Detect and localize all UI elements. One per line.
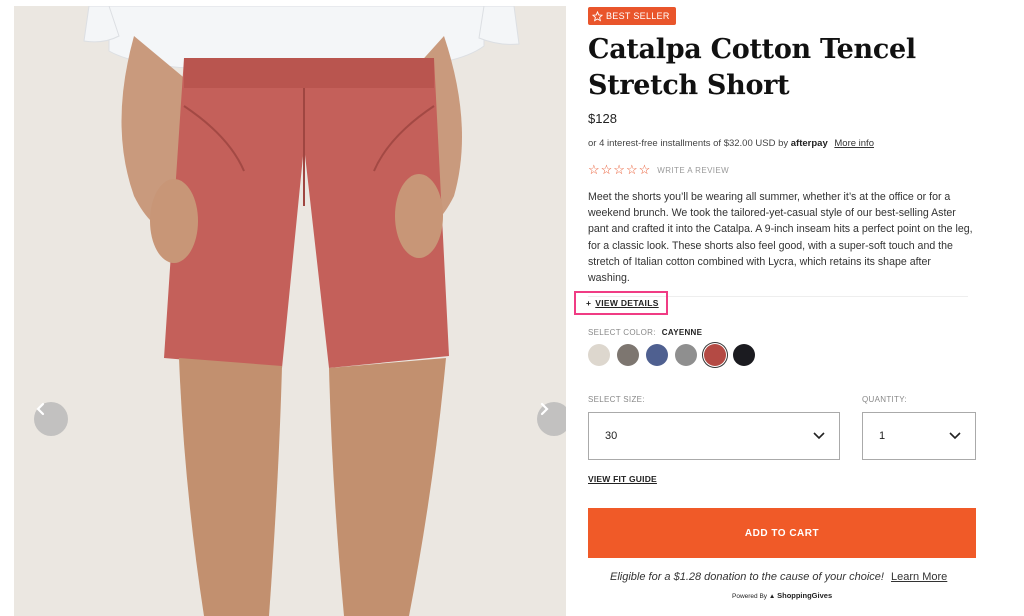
afterpay-more-info-link[interactable]: More info (834, 138, 874, 149)
donation-text: Eligible for a $1.28 donation to the cau… (610, 571, 884, 583)
afterpay-text: or 4 interest-free installments of $32.0… (588, 138, 789, 149)
color-swatch[interactable] (617, 344, 639, 366)
best-seller-badge: BEST SELLER (588, 7, 676, 25)
color-swatch[interactable] (588, 344, 610, 366)
rating-row: ☆☆☆☆☆ WRITE A REVIEW (588, 162, 729, 178)
size-select[interactable]: 30 (588, 412, 840, 460)
chevron-left-icon (36, 402, 45, 416)
selected-color-name: CAYENNE (661, 328, 703, 337)
select-color-label: SELECT COLOR: (588, 328, 656, 337)
learn-more-link[interactable]: Learn More (891, 571, 947, 583)
chevron-down-icon (813, 432, 825, 440)
size-value: 30 (605, 430, 618, 442)
view-details-label: VIEW DETAILS (595, 298, 659, 308)
shoppinggives-logo-icon: ▲ (768, 593, 776, 600)
color-swatch[interactable] (646, 344, 668, 366)
donation-info: Eligible for a $1.28 donation to the cau… (610, 571, 947, 583)
color-swatch[interactable] (704, 344, 726, 366)
chevron-right-icon (540, 402, 549, 416)
powered-by: Powered By ▲ ShoppingGives (732, 591, 832, 600)
product-image-gallery[interactable] (14, 6, 566, 616)
shoppinggives-brand: ShoppingGives (777, 591, 833, 600)
star-icon (592, 10, 603, 22)
quantity-value: 1 (879, 430, 886, 442)
product-price: $128 (588, 111, 617, 126)
product-photo (14, 6, 566, 616)
quantity-label: QUANTITY: (862, 395, 907, 404)
view-details-link[interactable]: + VIEW DETAILS (574, 291, 668, 315)
view-fit-guide-link[interactable]: VIEW FIT GUIDE (588, 474, 657, 484)
color-label: SELECT COLOR: CAYENNE (588, 328, 702, 337)
add-to-cart-button[interactable]: ADD TO CART (588, 508, 976, 558)
select-size-label: SELECT SIZE: (588, 395, 645, 404)
quantity-select[interactable]: 1 (862, 412, 976, 460)
powered-by-label: Powered By (732, 593, 768, 600)
color-swatch[interactable] (675, 344, 697, 366)
product-title: Catalpa Cotton Tencel Stretch Short (588, 34, 916, 101)
color-swatches (588, 344, 762, 366)
badge-label: BEST SELLER (606, 11, 670, 21)
write-review-link[interactable]: WRITE A REVIEW (657, 166, 729, 175)
product-description: Meet the shorts you’ll be wearing all su… (588, 191, 973, 285)
previous-image-button[interactable] (34, 402, 68, 436)
afterpay-info: or 4 interest-free installments of $32.0… (588, 138, 874, 149)
chevron-down-icon (949, 432, 961, 440)
next-image-button[interactable] (537, 402, 566, 436)
afterpay-logo: afterpay (790, 138, 828, 149)
plus-icon: + (586, 298, 592, 308)
rating-stars[interactable]: ☆☆☆☆☆ (588, 162, 651, 178)
color-swatch[interactable] (733, 344, 755, 366)
